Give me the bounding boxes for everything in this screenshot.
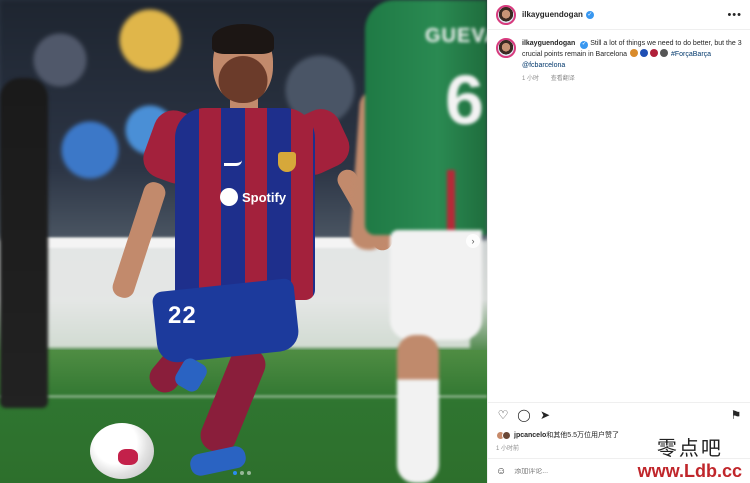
watermark-title: 零点吧 bbox=[656, 436, 723, 460]
opponent-shirt-stripe bbox=[447, 170, 455, 235]
carousel-dot[interactable] bbox=[247, 471, 251, 475]
opponent-shirt-name: GUEVA bbox=[425, 25, 487, 47]
liker-avatar bbox=[502, 430, 511, 440]
mention-link[interactable]: @fcbarcelona bbox=[522, 62, 565, 69]
comment-input[interactable] bbox=[514, 467, 635, 475]
avatar[interactable] bbox=[496, 4, 516, 25]
username-link[interactable]: ilkayguendogan bbox=[522, 10, 583, 19]
hashtag-link[interactable]: #ForçaBarça bbox=[671, 51, 711, 58]
caption-time: 1 小时 bbox=[522, 76, 540, 82]
caption-username[interactable]: ilkayguendogan bbox=[522, 40, 575, 47]
heart-icon[interactable]: ♡ bbox=[496, 408, 510, 422]
likes-text: jpcancelo和其他5.5万位用户赞了 bbox=[514, 432, 620, 439]
sponsor-text: Spotify bbox=[242, 189, 287, 205]
post-photo[interactable]: Spotify 22 GUEVA 6 › bbox=[0, 0, 487, 483]
translate-link[interactable]: 查看翻译 bbox=[551, 76, 575, 82]
bookmark-icon[interactable]: ⚑ bbox=[729, 408, 743, 422]
shorts-number: 22 bbox=[168, 302, 197, 329]
player-right-leg bbox=[195, 342, 271, 458]
emoji-icon[interactable]: ☺ bbox=[496, 466, 506, 477]
comment-bar: ☺ bbox=[488, 458, 750, 483]
action-bar: ♡ ◯ ➤ ⚑ bbox=[488, 402, 750, 426]
post-header: ilkayguendogan ✓ ••• bbox=[488, 0, 750, 30]
emoji-icon bbox=[650, 49, 659, 57]
share-icon[interactable]: ➤ bbox=[538, 408, 552, 422]
shirt-sponsor: Spotify bbox=[220, 185, 300, 209]
caption-meta: 1 小时 查看翻译 bbox=[522, 74, 742, 85]
chevron-right-icon[interactable]: › bbox=[466, 234, 480, 248]
background-figure bbox=[0, 78, 48, 408]
comment-icon[interactable]: ◯ bbox=[517, 408, 531, 422]
likes-summary[interactable]: jpcancelo和其他5.5万位用户赞了 bbox=[496, 430, 619, 440]
emoji-icon bbox=[660, 49, 669, 57]
emoji-icon bbox=[640, 49, 649, 57]
carousel-dots bbox=[233, 471, 251, 475]
verified-badge-icon: ✓ bbox=[585, 10, 594, 19]
instagram-post-viewer: Spotify 22 GUEVA 6 › i bbox=[0, 0, 750, 483]
spotify-icon bbox=[220, 188, 238, 206]
opponent-leg bbox=[397, 335, 439, 483]
more-icon[interactable]: ••• bbox=[727, 9, 742, 21]
caption-avatar[interactable] bbox=[496, 38, 516, 58]
emoji-icon bbox=[630, 49, 639, 57]
post-timestamp: 1 小时前 bbox=[496, 446, 520, 452]
caption-body: ilkayguendogan ✓ Still a lot of things w… bbox=[522, 38, 742, 85]
club-crest bbox=[278, 152, 296, 172]
verified-badge-icon: ✓ bbox=[580, 40, 589, 49]
player-hair bbox=[212, 24, 274, 54]
carousel-dot[interactable] bbox=[233, 471, 237, 475]
opponent-shirt-number: 6 bbox=[445, 61, 484, 139]
post-caption: ilkayguendogan ✓ Still a lot of things w… bbox=[488, 30, 750, 85]
post-sidebar: ilkayguendogan ✓ ••• ilkayguendogan ✓ St… bbox=[487, 0, 750, 483]
carousel-dot[interactable] bbox=[240, 471, 244, 475]
football bbox=[90, 423, 154, 479]
